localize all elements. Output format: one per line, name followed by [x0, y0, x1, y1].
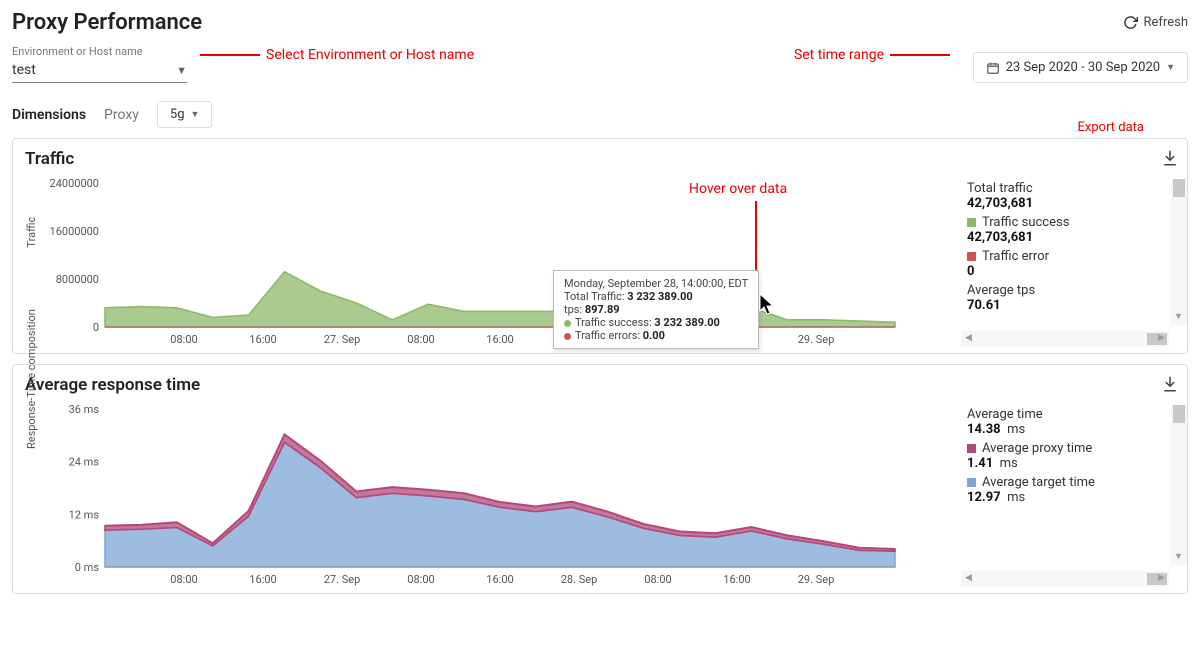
svg-text:16:00: 16:00 — [249, 573, 276, 586]
scrollbar-vertical[interactable]: ▲▼ — [1171, 179, 1187, 325]
env-value: test — [12, 62, 36, 78]
download-icon — [1161, 149, 1179, 167]
annotation: Hover over data — [689, 181, 787, 197]
legend-value: 1.41 — [967, 456, 993, 471]
svg-text:0: 0 — [93, 321, 99, 334]
chevron-down-icon: ▼ — [1166, 62, 1175, 73]
export-button[interactable] — [1159, 147, 1181, 169]
proxy-value: 5g — [170, 107, 185, 122]
chart-tooltip: Monday, September 28, 14:00:00, EDT Tota… — [553, 270, 759, 349]
annotation: Export data — [1078, 120, 1144, 135]
mouse-cursor-icon — [759, 293, 777, 315]
svg-text:16:00: 16:00 — [723, 573, 750, 586]
response-time-panel: Average response time Response-Time comp… — [12, 364, 1188, 594]
svg-text:27. Sep: 27. Sep — [324, 573, 361, 586]
refresh-label: Refresh — [1144, 15, 1188, 30]
legend-label: Average tps — [967, 283, 1179, 298]
traffic-chart[interactable]: 0 8000000 16000000 24000000 08:00 16:00 27. Se… — [25, 179, 905, 349]
svg-text:36 ms: 36 ms — [69, 405, 100, 416]
y-axis-label: Traffic — [25, 217, 38, 248]
page-title: Proxy Performance — [12, 10, 202, 35]
y-axis-label: Response-Time composition — [25, 309, 38, 449]
chevron-down-icon: ▼ — [176, 64, 187, 77]
legend-value: 0 — [967, 264, 1179, 279]
download-icon — [1161, 375, 1179, 393]
dimensions-proxy-label: Proxy — [104, 107, 139, 123]
legend-value: 42,703,681 — [967, 230, 1179, 245]
date-range-picker[interactable]: 23 Sep 2020 - 30 Sep 2020 ▼ — [973, 52, 1188, 83]
svg-text:24 ms: 24 ms — [69, 456, 100, 469]
svg-text:12 ms: 12 ms — [69, 508, 100, 521]
svg-text:0 ms: 0 ms — [75, 561, 100, 574]
legend-value: 42,703,681 — [967, 196, 1179, 211]
panel-title: Average response time — [13, 365, 1187, 399]
svg-text:16:00: 16:00 — [486, 573, 513, 586]
svg-text:08:00: 08:00 — [407, 573, 434, 586]
legend-value: 70.61 — [967, 298, 1179, 313]
legend-label: Total traffic — [967, 181, 1179, 196]
svg-text:08:00: 08:00 — [644, 573, 671, 586]
legend-value: 14.38 — [967, 422, 1001, 437]
svg-text:24000000: 24000000 — [50, 179, 99, 190]
traffic-legend: Total traffic 42,703,681 Traffic success… — [957, 173, 1187, 353]
dimensions-heading: Dimensions — [12, 107, 86, 123]
response-time-chart[interactable]: 0 ms 12 ms 24 ms 36 ms 08:00 16:00 27. Sep 08:0… — [25, 405, 905, 589]
refresh-icon — [1123, 15, 1138, 30]
panel-title: Traffic — [13, 139, 1187, 173]
legend-label: Average target time — [982, 475, 1095, 490]
scrollbar-vertical[interactable]: ▲▼ — [1171, 405, 1187, 565]
scrollbar-horizontal[interactable]: ◀▶ — [961, 331, 1169, 347]
chevron-down-icon: ▼ — [191, 109, 200, 120]
env-select[interactable]: test ▼ — [12, 58, 187, 83]
legend-value: 12.97 — [967, 490, 1001, 505]
proxy-select[interactable]: 5g ▼ — [157, 101, 213, 128]
calendar-icon — [986, 61, 1000, 75]
env-label: Environment or Host name — [12, 45, 187, 58]
svg-text:16:00: 16:00 — [249, 333, 276, 346]
scrollbar-horizontal[interactable]: ◀▶ — [961, 571, 1169, 587]
legend-label: Traffic success — [982, 215, 1069, 230]
legend-label: Average proxy time — [982, 441, 1092, 456]
annotation: Set time range — [794, 47, 950, 63]
svg-text:16000000: 16000000 — [50, 225, 99, 238]
svg-text:8000000: 8000000 — [56, 273, 99, 286]
svg-text:08:00: 08:00 — [407, 333, 434, 346]
traffic-panel: Traffic Traffic 0 8000000 16000000 24000000… — [12, 138, 1188, 354]
svg-text:08:00: 08:00 — [170, 333, 197, 346]
svg-text:27. Sep: 27. Sep — [324, 333, 361, 346]
legend-label: Traffic error — [982, 249, 1049, 264]
date-range-text: 23 Sep 2020 - 30 Sep 2020 — [1006, 60, 1160, 75]
response-time-legend: Average time 14.38 ms Average proxy time… — [957, 399, 1187, 593]
svg-text:29. Sep: 29. Sep — [798, 333, 835, 346]
legend-label: Average time — [967, 407, 1179, 422]
svg-text:29. Sep: 29. Sep — [798, 573, 835, 586]
svg-text:28. Sep: 28. Sep — [561, 573, 598, 586]
svg-text:08:00: 08:00 — [170, 573, 197, 586]
svg-text:16:00: 16:00 — [486, 333, 513, 346]
export-button[interactable] — [1159, 373, 1181, 395]
refresh-button[interactable]: Refresh — [1123, 15, 1188, 30]
annotation: Select Environment or Host name — [200, 47, 474, 63]
